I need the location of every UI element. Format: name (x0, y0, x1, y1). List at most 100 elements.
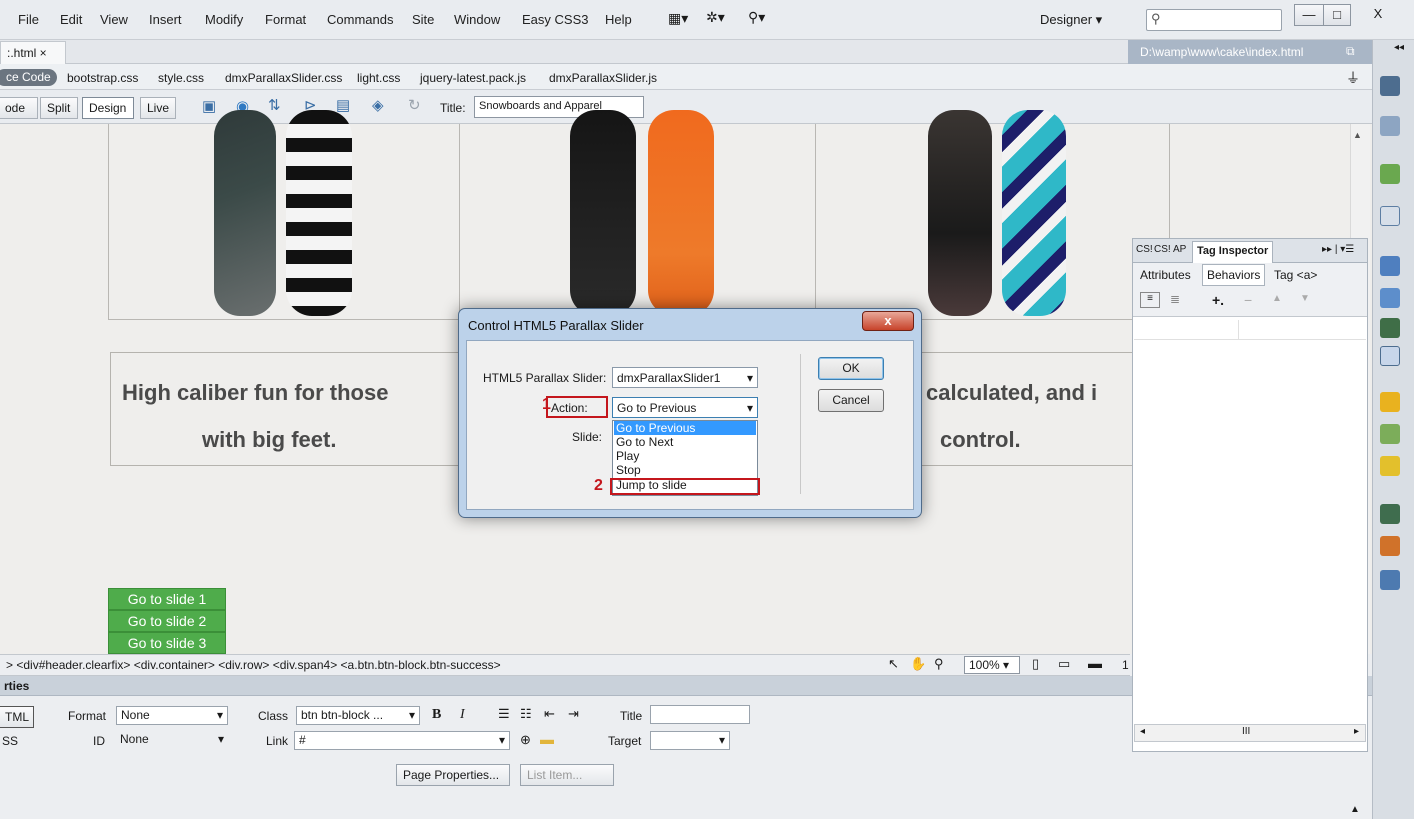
attributes-tab[interactable]: Attributes (1140, 268, 1191, 282)
hand-icon[interactable]: ✋ (910, 656, 926, 672)
bold-button[interactable]: B (432, 707, 441, 723)
minimize-button[interactable]: — (1294, 4, 1324, 26)
panel-tab[interactable]: CS! (1154, 244, 1171, 255)
workspace-switcher[interactable]: Designer ▾ (1040, 12, 1102, 28)
go-to-slide-button[interactable]: Go to slide 1 (108, 588, 226, 610)
images-icon[interactable] (1380, 288, 1400, 308)
databases-icon[interactable] (1380, 256, 1400, 276)
menu-window[interactable]: Window (454, 12, 500, 27)
file-management-icon[interactable]: ⇅ (268, 96, 281, 114)
toolbox-icon[interactable] (1380, 536, 1400, 556)
menu-format[interactable]: Format (265, 12, 306, 27)
action-option-stop[interactable]: Stop (614, 463, 756, 477)
tablet-size-icon[interactable]: ▭ (1058, 656, 1070, 672)
scroll-thumb[interactable]: III (1242, 726, 1250, 737)
list-item-button[interactable]: List Item... (520, 764, 614, 786)
components-icon[interactable] (1380, 392, 1400, 412)
cancel-button[interactable]: Cancel (818, 389, 884, 412)
validate-icon[interactable]: ▤ (336, 96, 350, 114)
italic-button[interactable]: I (460, 707, 465, 723)
refresh-icon[interactable]: ↻ (408, 96, 421, 114)
zoom-select[interactable]: 100% ▾ (964, 656, 1020, 674)
folder-icon[interactable]: ▬ (540, 731, 554, 747)
tag-path[interactable]: > <div#header.clearfix> <div.container> … (6, 658, 501, 672)
action-option-play[interactable]: Play (614, 449, 756, 463)
action-option-next[interactable]: Go to Next (614, 435, 756, 449)
site-map-panel-icon[interactable] (1380, 504, 1400, 524)
add-behavior-icon[interactable]: +. (1212, 292, 1224, 308)
behavior-row[interactable] (1134, 320, 1366, 340)
page-properties-button[interactable]: Page Properties... (396, 764, 510, 786)
target-select[interactable]: ▾ (650, 731, 730, 750)
menu-insert[interactable]: Insert (149, 12, 182, 27)
outdent-icon[interactable]: ⇤ (544, 706, 555, 722)
scroll-up-icon[interactable]: ▲ (1353, 130, 1362, 140)
split-view-button[interactable]: Split (40, 97, 78, 119)
results-icon[interactable] (1380, 570, 1400, 590)
search-input[interactable] (1146, 9, 1282, 31)
zoom-icon[interactable]: ⚲ (934, 656, 944, 672)
dialog-close-button[interactable]: x (862, 311, 914, 331)
panel-tab[interactable]: AP (1173, 244, 1186, 255)
class-select[interactable]: btn btn-block ... ▾ (296, 706, 420, 725)
remove-behavior-icon[interactable]: − (1244, 292, 1252, 308)
assets-icon[interactable] (1380, 164, 1400, 184)
expand-icon[interactable]: ▲ (1350, 804, 1360, 815)
live-view-button[interactable]: Live (140, 97, 176, 119)
scroll-right-icon[interactable]: ▸ (1354, 726, 1359, 737)
action-select[interactable]: Go to Previous ▾ (612, 397, 758, 418)
behaviors-icon[interactable] (1380, 456, 1400, 476)
menu-easycss3[interactable]: Easy CSS3 (522, 12, 588, 27)
format-select[interactable]: None ▾ (116, 706, 228, 725)
menu-view[interactable]: View (100, 12, 128, 27)
action-option-previous[interactable]: Go to Previous (614, 421, 756, 435)
maximize-button[interactable]: □ (1323, 4, 1351, 26)
panel-tab[interactable]: CS! (1136, 244, 1153, 255)
source-code-tab[interactable]: ce Code (0, 69, 57, 86)
menu-site[interactable]: Site (412, 12, 434, 27)
snippets-icon[interactable] (1380, 318, 1400, 338)
related-file[interactable]: light.css (357, 71, 400, 85)
files-icon[interactable] (1380, 424, 1400, 444)
code-view-button[interactable]: ode (0, 97, 38, 119)
menu-modify[interactable]: Modify (205, 12, 243, 27)
restore-icon[interactable]: ⧉ (1346, 44, 1355, 59)
layout-icon[interactable]: ▦▾ (668, 10, 688, 27)
menu-help[interactable]: Help (605, 12, 632, 27)
title-prop-input[interactable] (650, 705, 750, 724)
desktop-size-icon[interactable]: ▬ (1088, 655, 1102, 671)
move-down-icon[interactable]: ▼ (1300, 293, 1310, 304)
related-file[interactable]: bootstrap.css (67, 71, 138, 85)
panel-menu-icon[interactable]: ▸▸ | ▾☰ (1322, 244, 1354, 255)
expand-panels-icon[interactable]: ◂◂ (1394, 42, 1404, 53)
document-tab[interactable]: :.html × (0, 41, 66, 64)
go-to-slide-button[interactable]: Go to slide 2 (108, 610, 226, 632)
related-file[interactable]: jquery-latest.pack.js (420, 71, 526, 85)
id-select[interactable]: None ▾ (116, 731, 228, 750)
point-to-file-icon[interactable]: ⊕ (520, 732, 531, 748)
ordered-list-icon[interactable]: ☷ (520, 706, 532, 722)
multiscreen-icon[interactable]: ▣ (202, 97, 216, 115)
mobile-size-icon[interactable]: ▯ (1032, 656, 1039, 672)
link-input[interactable]: # ▾ (294, 731, 510, 750)
html-mode-button[interactable]: TML (0, 706, 34, 728)
scroll-left-icon[interactable]: ◂ (1140, 726, 1145, 737)
go-to-slide-button[interactable]: Go to slide 3 (108, 632, 226, 654)
behaviors-tab[interactable]: Behaviors (1202, 264, 1266, 286)
related-file[interactable]: style.css (158, 71, 204, 85)
filter-icon[interactable]: ⏚ (1346, 68, 1360, 88)
css-designer-icon[interactable] (1380, 116, 1400, 136)
menu-edit[interactable]: Edit (60, 12, 82, 27)
slider-select[interactable]: dmxParallaxSlider1 ▾ (612, 367, 758, 388)
indent-icon[interactable]: ⇥ (568, 706, 579, 722)
related-file[interactable]: dmxParallaxSlider.js (549, 71, 657, 85)
site-map-icon[interactable]: ⚲▾ (748, 9, 765, 26)
ok-button[interactable]: OK (818, 357, 884, 380)
menu-file[interactable]: File (18, 12, 39, 27)
close-button[interactable]: X (1356, 4, 1400, 26)
pointer-icon[interactable]: ↖ (888, 656, 899, 672)
move-up-icon[interactable]: ▲ (1272, 293, 1282, 304)
unordered-list-icon[interactable]: ☰ (498, 706, 510, 722)
design-view-button[interactable]: Design (82, 97, 134, 119)
show-set-events-icon[interactable]: ≡ (1140, 292, 1160, 308)
